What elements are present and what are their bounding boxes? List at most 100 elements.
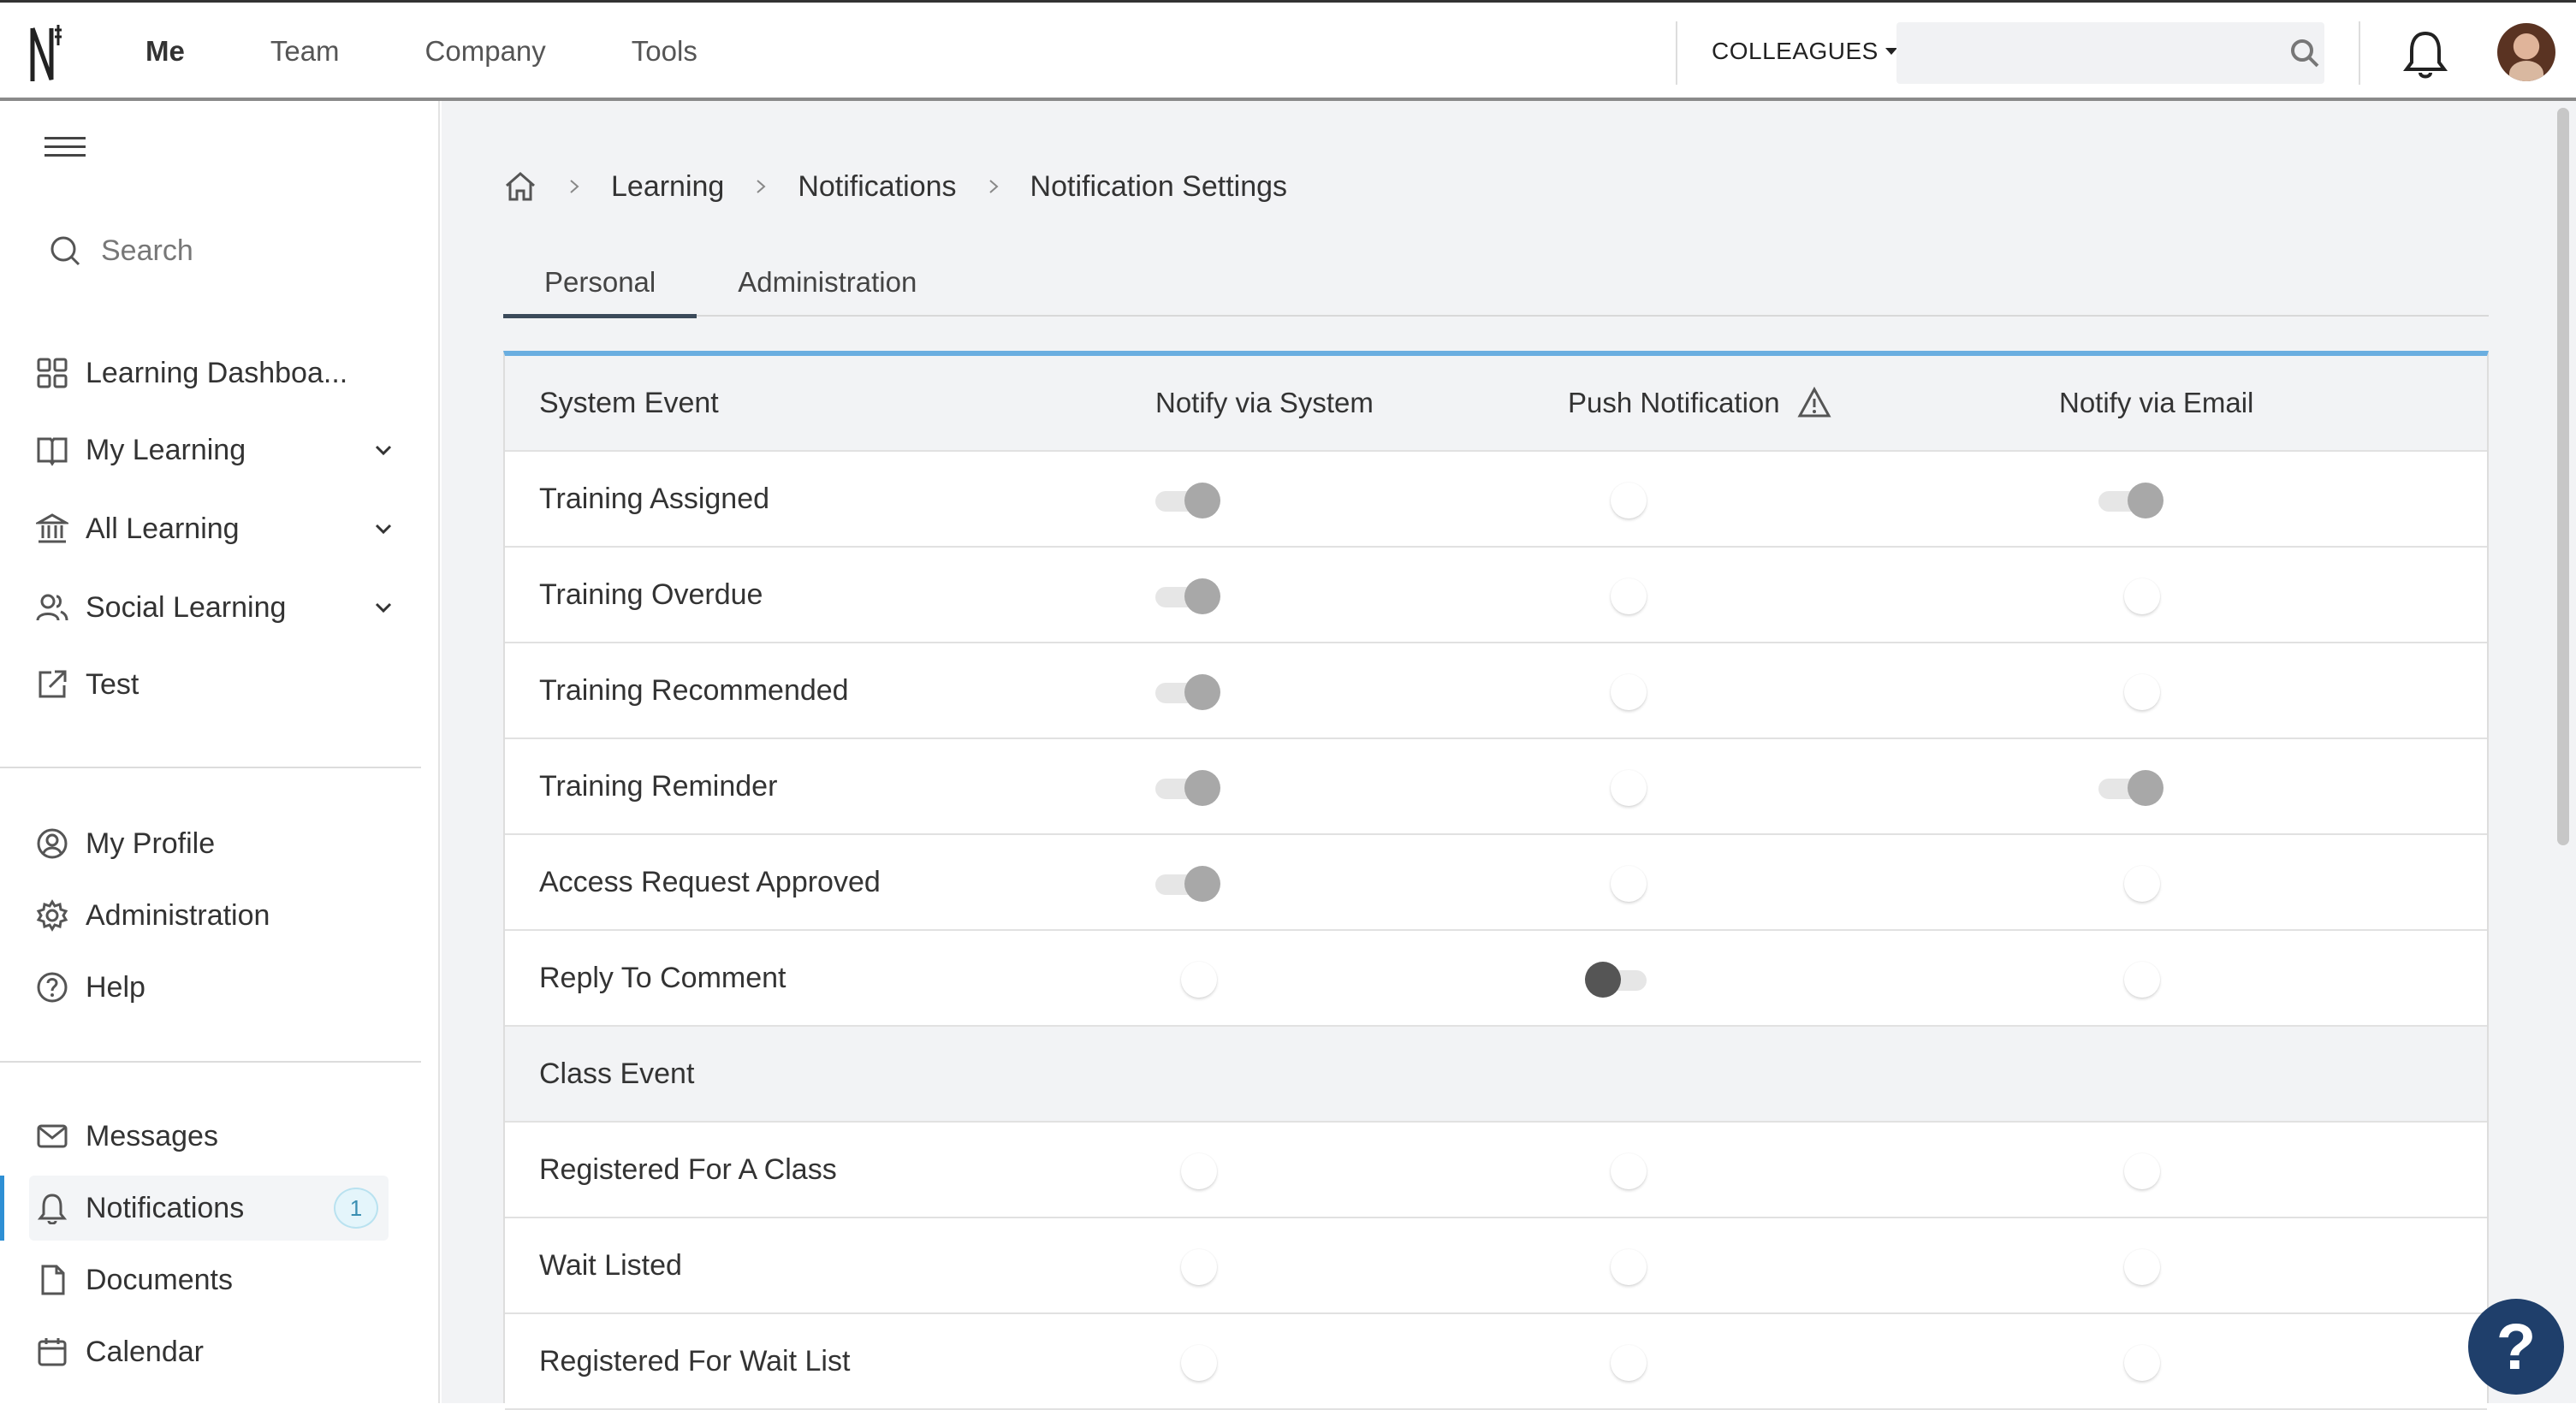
toggle-system[interactable]	[1155, 1345, 1219, 1381]
toggle-email[interactable]	[2098, 770, 2163, 806]
toggle-email[interactable]	[2098, 866, 2162, 902]
search-icon	[50, 236, 80, 266]
nav-me[interactable]: Me	[145, 35, 185, 68]
tab-personal[interactable]: Personal	[503, 248, 697, 318]
book-icon	[37, 437, 68, 466]
notification-count-badge: 1	[334, 1188, 378, 1229]
toggle-push[interactable]	[1585, 1345, 1648, 1381]
section-header-class-event: Class Event	[505, 1027, 2487, 1123]
hamburger-menu-icon[interactable]	[45, 137, 86, 164]
sidebar-item-label: Help	[86, 970, 145, 1004]
sidebar-item-administration[interactable]: Administration	[36, 890, 395, 941]
toggle-email[interactable]	[2098, 483, 2163, 518]
tab-bar: Personal Administration	[503, 248, 2489, 318]
breadcrumb-learning[interactable]: Learning	[611, 170, 724, 204]
chevron-down-icon[interactable]	[371, 517, 395, 541]
nav-tools[interactable]: Tools	[632, 35, 697, 68]
nav-company[interactable]: Company	[425, 35, 546, 68]
sidebar-item-messages[interactable]: Messages	[36, 1111, 395, 1162]
sidebar-item-label: Notifications	[86, 1191, 245, 1224]
toggle-system[interactable]	[1155, 578, 1220, 614]
row-label: Training Recommended	[539, 673, 849, 707]
sidebar-item-calendar[interactable]: Calendar	[36, 1326, 395, 1377]
sidebar-item-label: Calendar	[86, 1335, 204, 1368]
toggle-email[interactable]	[2098, 578, 2162, 614]
help-button[interactable]: ?	[2468, 1299, 2564, 1395]
table-row: Wait Listed	[505, 1218, 2487, 1314]
toggle-push[interactable]	[1585, 866, 1648, 902]
toggle-system[interactable]	[1155, 674, 1220, 710]
search-icon[interactable]	[2288, 37, 2321, 69]
main-content: Learning Notifications Notification Sett…	[442, 101, 2576, 1410]
toggle-push[interactable]	[1585, 1153, 1648, 1189]
toggle-push[interactable]	[1585, 962, 1648, 998]
sidebar-item-label: Administration	[86, 898, 270, 932]
nav-team[interactable]: Team	[270, 35, 340, 68]
chevron-down-icon[interactable]	[371, 595, 395, 619]
system-event-rows: Training Assigned Training Overdue Trainin…	[505, 452, 2487, 1027]
toggle-system[interactable]	[1155, 866, 1220, 902]
toggle-email[interactable]	[2098, 962, 2162, 998]
toggle-system[interactable]	[1155, 770, 1220, 806]
divider	[0, 767, 421, 768]
toggle-email[interactable]	[2098, 674, 2162, 710]
external-link-icon	[39, 670, 67, 698]
table-row: Registered For Wait List	[505, 1314, 2487, 1410]
scrollbar[interactable]	[2557, 108, 2569, 845]
sidebar-search-label: Search	[101, 234, 193, 267]
toggle-system[interactable]	[1155, 962, 1219, 998]
row-label: Registered For Wait List	[539, 1344, 851, 1377]
class-event-rows: Registered For A Class Wait Listed Registe…	[505, 1123, 2487, 1410]
toggle-push[interactable]	[1585, 1249, 1648, 1285]
chevron-down-icon[interactable]	[371, 438, 395, 462]
bell-icon[interactable]	[2401, 28, 2449, 80]
table-row: Training Assigned	[505, 452, 2487, 548]
row-label: Reply To Comment	[539, 961, 786, 994]
document-icon	[41, 1265, 65, 1295]
table-row: Training Overdue	[505, 548, 2487, 643]
toggle-push[interactable]	[1585, 674, 1648, 710]
sidebar: Search Learning Dashboa... My Learning A…	[0, 101, 440, 1403]
column-header-push-label: Push Notification	[1568, 387, 1780, 418]
tab-administration[interactable]: Administration	[697, 248, 958, 317]
notification-settings-table: System Event Notify via System Push Noti…	[503, 351, 2489, 1410]
profile-icon	[37, 828, 68, 859]
breadcrumb-notifications[interactable]: Notifications	[798, 170, 956, 204]
sidebar-item-test[interactable]: Test	[36, 659, 395, 710]
app-logo[interactable]	[26, 20, 70, 88]
sidebar-item-notifications[interactable]: Notifications 1	[29, 1176, 389, 1241]
sidebar-item-label: My Learning	[86, 433, 246, 466]
sidebar-item-documents[interactable]: Documents	[36, 1254, 395, 1306]
sidebar-item-social-learning[interactable]: Social Learning	[36, 582, 395, 633]
toggle-push[interactable]	[1585, 578, 1648, 614]
sidebar-search[interactable]: Search	[48, 234, 193, 268]
warning-icon[interactable]	[1797, 386, 1831, 420]
sidebar-item-my-learning[interactable]: My Learning	[36, 424, 395, 476]
row-label: Training Overdue	[539, 578, 763, 611]
sidebar-item-help[interactable]: Help	[36, 962, 395, 1013]
toggle-push[interactable]	[1585, 770, 1648, 806]
colleagues-label: COLLEAGUES	[1712, 38, 1879, 64]
toggle-system[interactable]	[1155, 483, 1220, 518]
toggle-system[interactable]	[1155, 1249, 1219, 1285]
sidebar-item-label: Test	[86, 667, 139, 701]
column-header-notify-email: Notify via Email	[2059, 387, 2254, 418]
row-label: Registered For A Class	[539, 1152, 837, 1186]
colleagues-dropdown[interactable]: COLLEAGUES	[1712, 3, 1897, 100]
sidebar-item-label: Messages	[86, 1119, 218, 1152]
sidebar-item-learning-dashboard[interactable]: Learning Dashboa...	[36, 347, 395, 399]
toggle-email[interactable]	[2098, 1249, 2162, 1285]
sidebar-item-my-profile[interactable]: My Profile	[36, 818, 395, 869]
help-circle-icon	[37, 972, 68, 1003]
home-icon[interactable]	[503, 169, 537, 204]
avatar[interactable]	[2497, 23, 2555, 81]
toggle-email[interactable]	[2098, 1153, 2162, 1189]
column-header-push: Push Notification	[1568, 386, 1831, 420]
toggle-push[interactable]	[1585, 483, 1648, 518]
toggle-email[interactable]	[2098, 1345, 2162, 1381]
sidebar-item-all-learning[interactable]: All Learning	[36, 503, 395, 554]
column-header-system-event: System Event	[539, 386, 719, 419]
colleague-search-input[interactable]	[1896, 22, 2324, 84]
toggle-system[interactable]	[1155, 1153, 1219, 1189]
sidebar-item-label: My Profile	[86, 826, 216, 860]
